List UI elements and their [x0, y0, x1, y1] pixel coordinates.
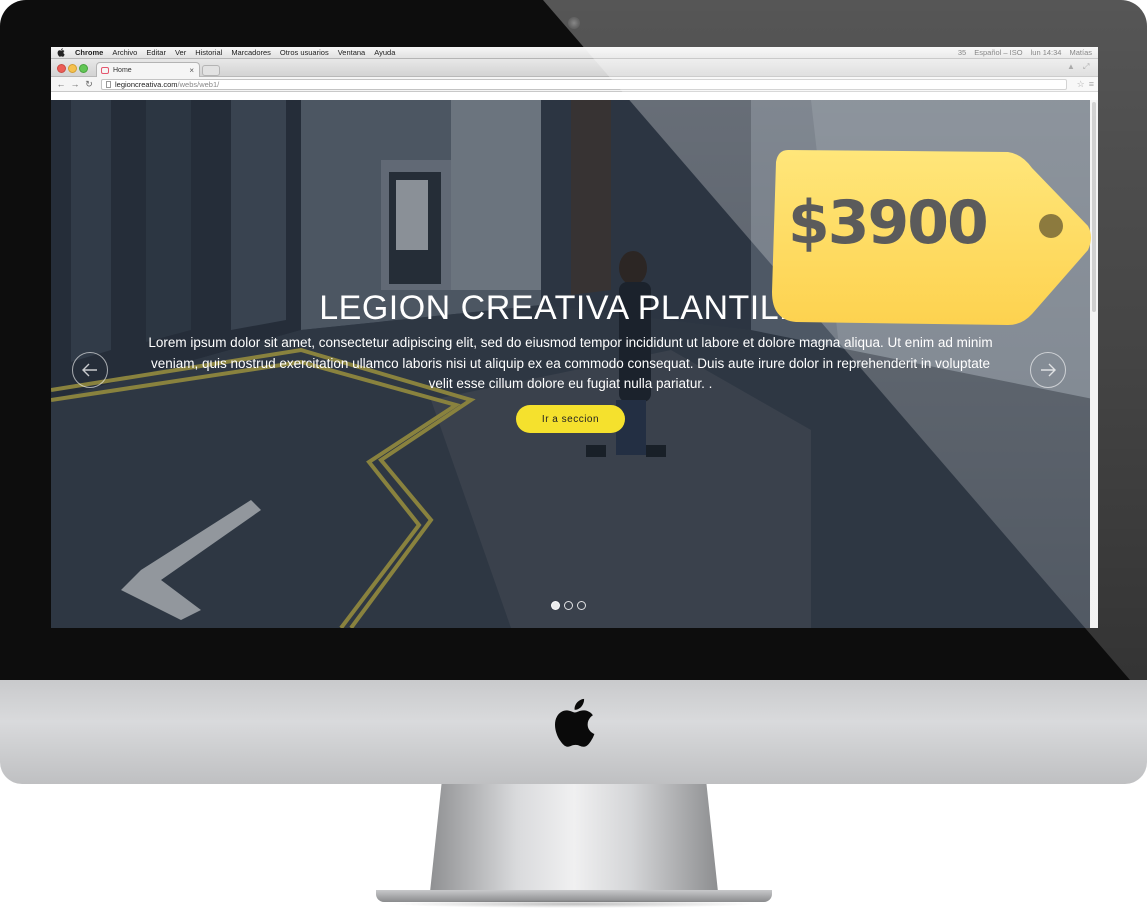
tab-home[interactable]: Home × [96, 62, 200, 77]
chevron-right-icon [1041, 363, 1056, 377]
battery-status[interactable]: 35 [958, 48, 966, 57]
reload-icon[interactable]: ↻ [83, 79, 95, 90]
back-icon[interactable]: ← [55, 79, 67, 89]
user-name[interactable]: Matías [1069, 48, 1092, 57]
stand-shadow [390, 900, 758, 908]
menu-historial[interactable]: Historial [195, 48, 222, 57]
imac-stand [430, 784, 718, 892]
slider-dot-1[interactable] [551, 601, 560, 610]
url-path: /webs/web1/ [177, 79, 220, 89]
slider-dot-2[interactable] [564, 601, 573, 610]
apple-menu-icon[interactable] [57, 48, 65, 57]
ir-a-seccion-button[interactable]: Ir a seccion [516, 405, 625, 433]
menu-ayuda[interactable]: Ayuda [374, 48, 395, 57]
status-area: 35 Español – ISO lun 14:34 Matías [950, 48, 1092, 57]
menu-archivo[interactable]: Archivo [112, 48, 137, 57]
tab-close-icon[interactable]: × [189, 66, 194, 75]
apple-logo-icon [555, 698, 595, 747]
zoom-window-button[interactable] [79, 64, 88, 73]
slider-pagination [551, 601, 586, 610]
price-label: $3900 [788, 188, 989, 258]
tab-strip: Home × ▲ ⤢ [51, 59, 1098, 77]
minimize-window-button[interactable] [68, 64, 77, 73]
new-tab-button[interactable] [202, 65, 220, 76]
menu-otros-usuarios[interactable]: Otros usuarios [280, 48, 329, 57]
star-icon[interactable]: ☆ [1077, 79, 1085, 90]
clock[interactable]: lun 14:34 [1031, 48, 1062, 57]
fullscreen-icon[interactable]: ⤢ [1083, 62, 1089, 72]
browser-toolbar: ← → ↻ legioncreativa.com/webs/web1/ ☆ ≡ [51, 77, 1098, 92]
close-window-button[interactable] [57, 64, 66, 73]
page-icon [106, 80, 111, 88]
url-domain: legioncreativa.com [115, 79, 178, 89]
profile-icon[interactable]: ▲ [1067, 62, 1075, 71]
slider-prev-button[interactable] [72, 352, 108, 388]
slider-dot-3[interactable] [577, 601, 586, 610]
menu-ventana[interactable]: Ventana [338, 48, 366, 57]
menu-icon[interactable]: ≡ [1089, 79, 1094, 89]
imac-bezel: Chrome Archivo Editar Ver Historial Marc… [0, 0, 1147, 680]
favicon-icon [101, 66, 109, 74]
screen: Chrome Archivo Editar Ver Historial Marc… [51, 47, 1098, 628]
slider-next-button[interactable] [1030, 352, 1066, 388]
menu-editar[interactable]: Editar [146, 48, 166, 57]
menu-app-name[interactable]: Chrome [75, 48, 103, 57]
forward-icon[interactable]: → [69, 79, 81, 89]
menu-marcadores[interactable]: Marcadores [231, 48, 271, 57]
language-status[interactable]: Español – ISO [974, 48, 1022, 57]
chevron-left-icon [82, 363, 97, 377]
camera [568, 17, 580, 29]
hero-description: Lorem ipsum dolor sit amet, consectetur … [148, 335, 993, 391]
menu-ver[interactable]: Ver [175, 48, 186, 57]
mac-menubar: Chrome Archivo Editar Ver Historial Marc… [51, 47, 1098, 59]
address-bar[interactable]: legioncreativa.com/webs/web1/ [101, 78, 1067, 90]
tab-title: Home [113, 66, 132, 74]
